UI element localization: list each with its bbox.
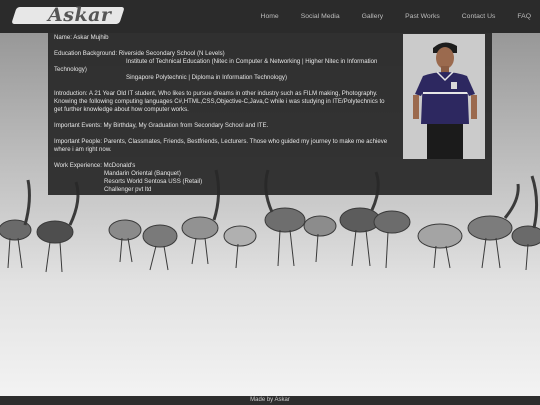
name-line: Name: Askar Mujhib — [54, 34, 109, 41]
work-line: Work Experience: McDonald's — [54, 162, 136, 169]
nav-faq[interactable]: FAQ — [517, 13, 531, 20]
footer: Made by Askar — [0, 396, 540, 405]
work-item: Mandarin Oriental (Banquet) — [104, 170, 181, 177]
work-item: Challenger pvt ltd — [104, 186, 152, 193]
people-text: Important People: Parents, Classmates, F… — [54, 138, 388, 153]
education-poly: Singapore Polytechnic | Diploma in Infor… — [126, 74, 288, 81]
nav-social-media[interactable]: Social Media — [301, 13, 340, 20]
education-line: Education Background: Riverside Secondar… — [54, 50, 225, 57]
profile-panel: Name: Askar Mujhib Education Background:… — [48, 33, 492, 195]
nav-contact-us[interactable]: Contact Us — [462, 13, 496, 20]
work-item: Resorts World Sentosa USS (Retail) — [104, 178, 203, 185]
profile-text: Name: Askar Mujhib Education Background:… — [54, 33, 394, 194]
events-text: Important Events: My Birthday, My Gradua… — [54, 122, 269, 129]
nav-past-works[interactable]: Past Works — [405, 13, 440, 20]
introduction-text: Introduction: A 21 Year Old IT student, … — [54, 90, 385, 113]
nav-gallery[interactable]: Gallery — [362, 13, 384, 20]
top-navbar: Askar Home Social Media Gallery Past Wor… — [0, 0, 540, 33]
nav-links: Home Social Media Gallery Past Works Con… — [239, 0, 531, 33]
logo-text: Askar — [48, 4, 112, 26]
footer-credit: Made by Askar — [250, 397, 290, 403]
education-ite-cont: Technology) — [54, 66, 87, 73]
education-ite: Institute of Technical Education (Nitec … — [126, 58, 378, 65]
nav-home[interactable]: Home — [261, 13, 279, 20]
profile-photo — [403, 34, 485, 159]
site-logo[interactable]: Askar — [11, 4, 125, 28]
